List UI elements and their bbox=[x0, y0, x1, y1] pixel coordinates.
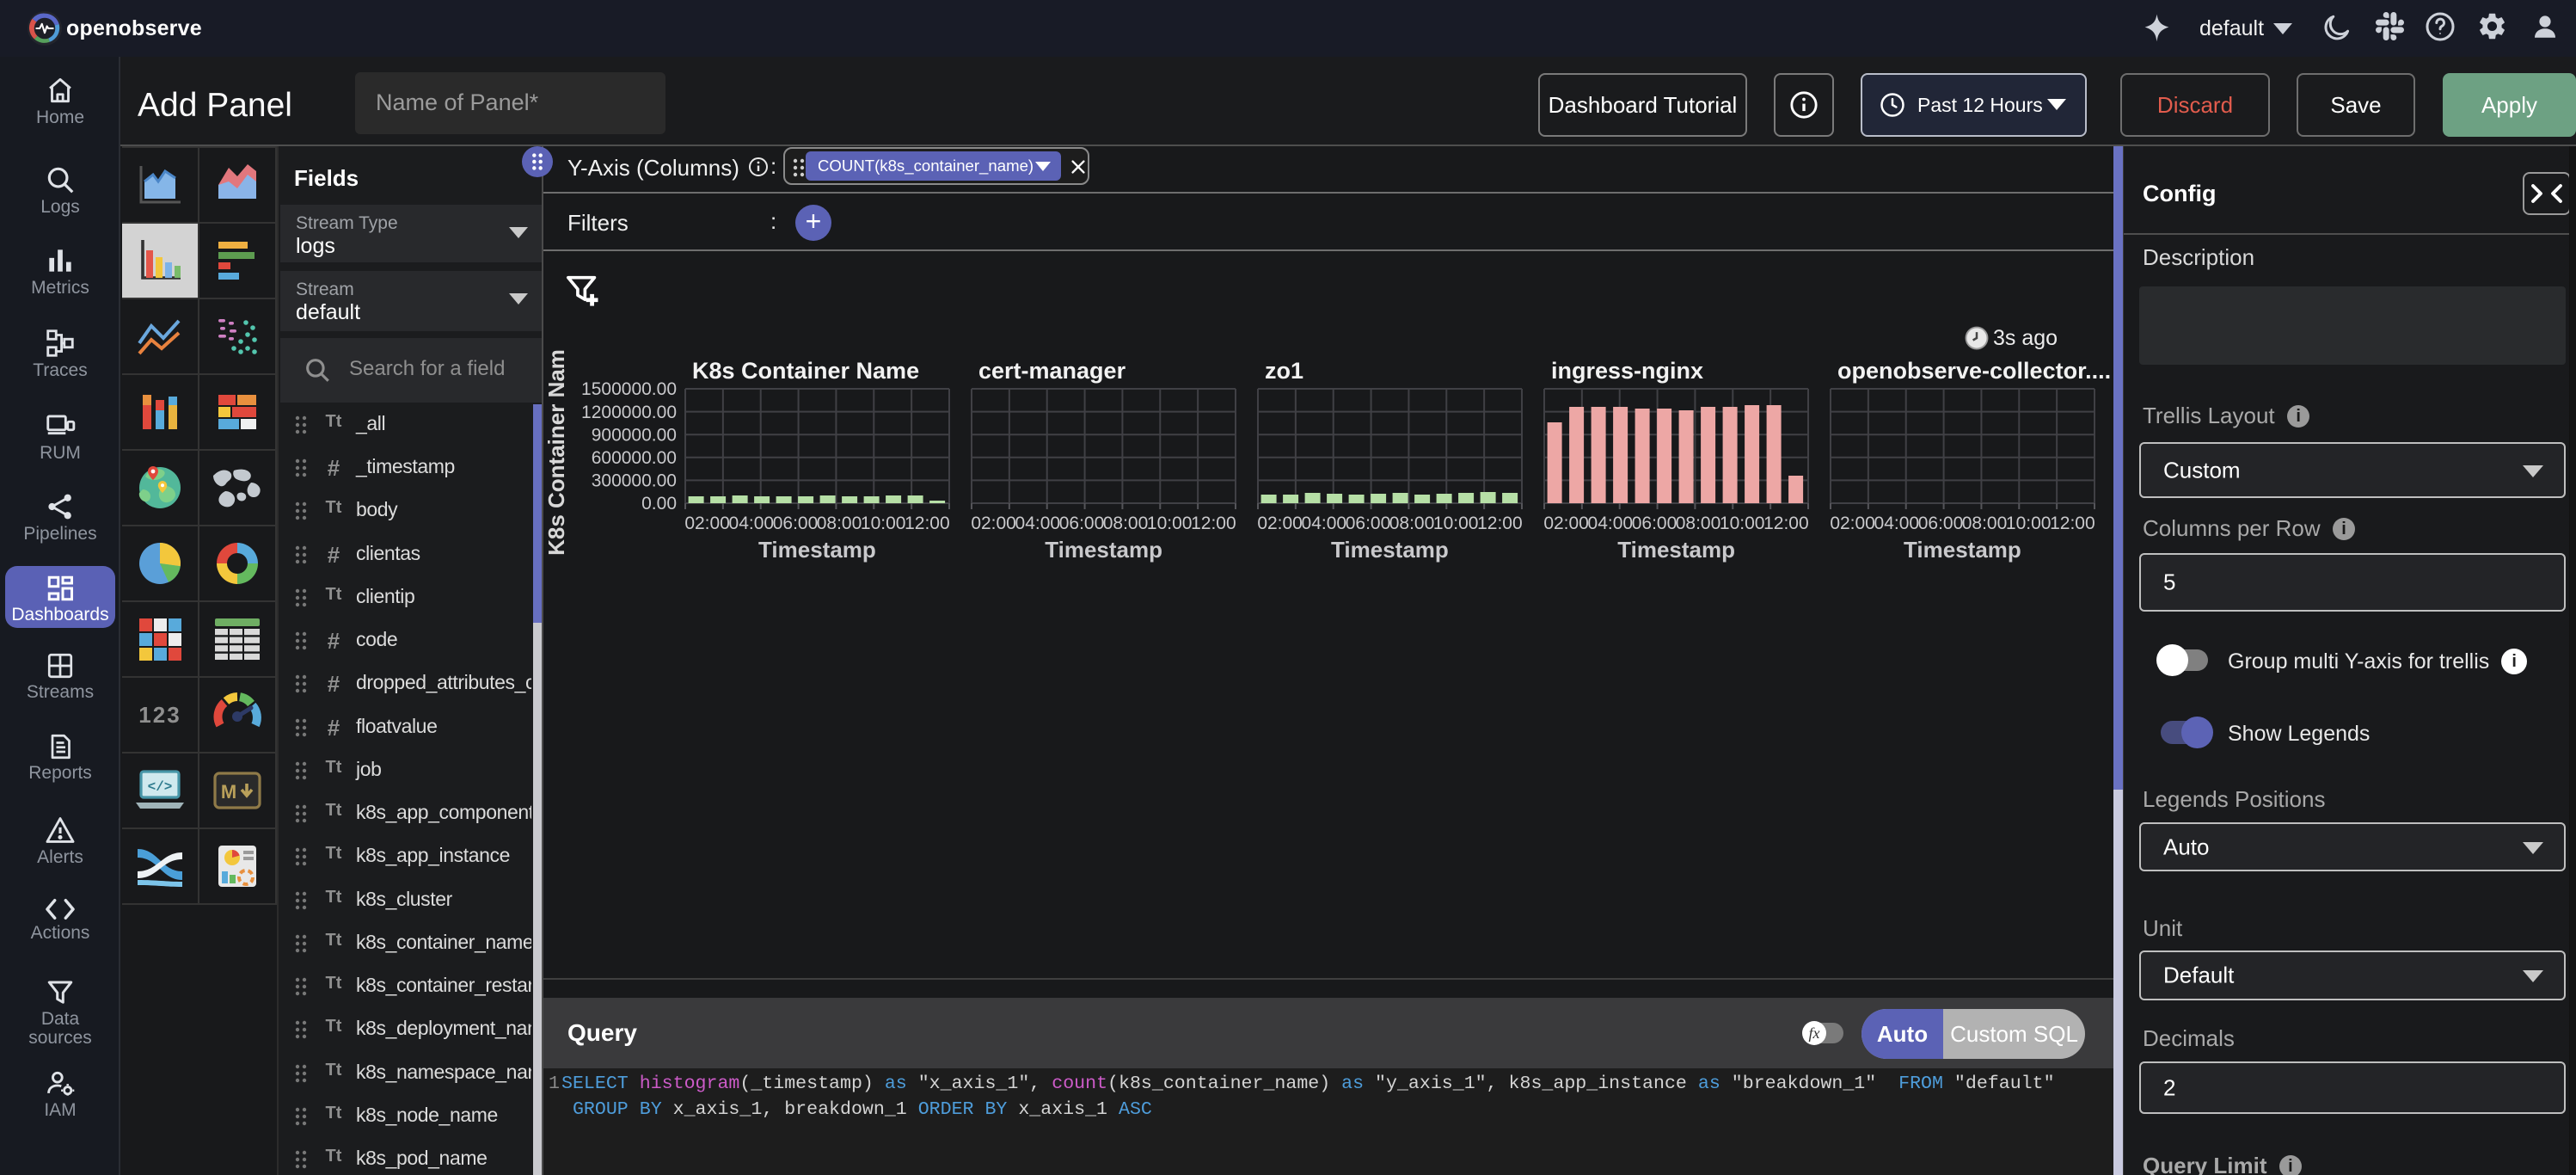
svg-text:02:00: 02:00 bbox=[1257, 514, 1303, 533]
svg-text:12:00: 12:00 bbox=[905, 514, 950, 533]
svg-text:04:00: 04:00 bbox=[1015, 514, 1061, 533]
svg-text:10:00: 10:00 bbox=[861, 514, 906, 533]
svg-text:08:00: 08:00 bbox=[1676, 514, 1721, 533]
svg-text:02:00: 02:00 bbox=[1543, 514, 1589, 533]
svg-text:10:00: 10:00 bbox=[1147, 514, 1193, 533]
svg-text:ingress-nginx: ingress-nginx bbox=[1551, 358, 1703, 384]
svg-text:10:00: 10:00 bbox=[1720, 514, 1765, 533]
svg-text:04:00: 04:00 bbox=[1874, 514, 1920, 533]
svg-text:06:00: 06:00 bbox=[1059, 514, 1105, 533]
svg-text:openobserve-collector....: openobserve-collector.... bbox=[1837, 358, 2111, 384]
svg-text:K8s Container Nam: K8s Container Nam bbox=[543, 349, 569, 556]
svg-text:Timestamp: Timestamp bbox=[758, 537, 876, 563]
svg-text:</>: </> bbox=[148, 779, 173, 795]
svg-text:12:00: 12:00 bbox=[1191, 514, 1236, 533]
svg-text:Timestamp: Timestamp bbox=[1331, 537, 1449, 563]
svg-text:K8s Container Name: K8s Container Name bbox=[692, 358, 919, 384]
svg-text:06:00: 06:00 bbox=[1346, 514, 1391, 533]
svg-text:08:00: 08:00 bbox=[817, 514, 862, 533]
svg-text:1500000.00: 1500000.00 bbox=[581, 379, 677, 399]
svg-text:300000.00: 300000.00 bbox=[592, 471, 677, 491]
svg-text:04:00: 04:00 bbox=[1588, 514, 1634, 533]
svg-text:06:00: 06:00 bbox=[1918, 514, 1964, 533]
svg-text:08:00: 08:00 bbox=[1103, 514, 1149, 533]
svg-text:10:00: 10:00 bbox=[1433, 514, 1479, 533]
svg-text:0.00: 0.00 bbox=[641, 494, 677, 514]
svg-text:06:00: 06:00 bbox=[773, 514, 819, 533]
svg-text:Timestamp: Timestamp bbox=[1045, 537, 1162, 563]
svg-text:12:00: 12:00 bbox=[2050, 514, 2095, 533]
svg-text:600000.00: 600000.00 bbox=[592, 448, 677, 468]
svg-text:1200000.00: 1200000.00 bbox=[581, 403, 677, 422]
svg-text:04:00: 04:00 bbox=[1302, 514, 1347, 533]
svg-text:Timestamp: Timestamp bbox=[1904, 537, 2021, 563]
svg-text:04:00: 04:00 bbox=[729, 514, 775, 533]
svg-text:02:00: 02:00 bbox=[684, 514, 730, 533]
svg-text:12:00: 12:00 bbox=[1763, 514, 1809, 533]
svg-text:cert-manager: cert-manager bbox=[978, 358, 1126, 384]
svg-text:06:00: 06:00 bbox=[1632, 514, 1677, 533]
svg-text:M: M bbox=[221, 781, 236, 803]
svg-text:zo1: zo1 bbox=[1265, 358, 1303, 384]
svg-text:12:00: 12:00 bbox=[1477, 514, 1523, 533]
svg-text:08:00: 08:00 bbox=[1389, 514, 1435, 533]
svg-text:02:00: 02:00 bbox=[1830, 514, 1875, 533]
svg-text:10:00: 10:00 bbox=[2006, 514, 2052, 533]
svg-text:02:00: 02:00 bbox=[971, 514, 1016, 533]
svg-text:900000.00: 900000.00 bbox=[592, 425, 677, 445]
svg-text:08:00: 08:00 bbox=[1962, 514, 2008, 533]
svg-text:Timestamp: Timestamp bbox=[1617, 537, 1735, 563]
